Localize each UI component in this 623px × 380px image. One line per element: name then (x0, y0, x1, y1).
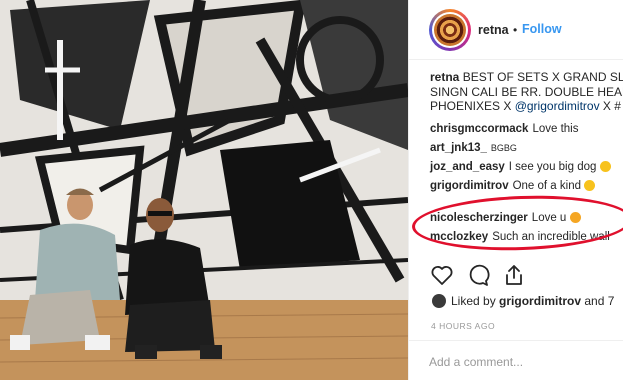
liked-by: Liked by grigordimitrov and 7 (432, 294, 614, 308)
comment-item-highlighted: nicolescherzinger Love u (430, 211, 623, 225)
caption: retna BEST OF SETS X GRAND SLAI (430, 70, 623, 85)
sunglasses-emoji-icon (599, 160, 611, 172)
post-timestamp[interactable]: 4 HOURS AGO (431, 321, 495, 331)
liked-prefix: Liked by (451, 294, 500, 308)
caption-line3: PHOENIXES X @grigordimitrov X # (430, 99, 623, 114)
liker-avatar-icon (432, 294, 446, 308)
comment-item: joz_and_easy I see you big dog (430, 160, 623, 174)
comment-item: art_jnk13_ BGBG (430, 141, 623, 155)
share-button[interactable] (502, 263, 526, 287)
follow-button[interactable]: Follow (522, 22, 562, 36)
avatar-icon (432, 12, 468, 48)
add-comment-input[interactable] (429, 351, 609, 373)
liked-user[interactable]: grigordimitrov (499, 294, 581, 308)
caption-line2: SINGN CALI BE RR. DOUBLE HEADE (430, 84, 623, 99)
caption-line3-end: X # (599, 99, 621, 113)
comment-icon (469, 264, 490, 286)
caption-username[interactable]: retna (430, 70, 459, 84)
comment-username[interactable]: chrisgmccormack (430, 123, 528, 135)
comment-item: grigordimitrov One of a kind (430, 179, 623, 193)
comment-text: BGBG (490, 142, 517, 153)
comment-username[interactable]: grigordimitrov (430, 180, 509, 192)
action-bar (430, 263, 620, 287)
raised-hands-emoji-icon (584, 179, 596, 191)
profile-avatar[interactable] (429, 9, 471, 51)
post-sidebar: retna • Follow retna BEST OF SETS X GRAN… (408, 0, 623, 380)
comment-username[interactable]: nicolescherzinger (430, 212, 528, 224)
post-header: retna • Follow (409, 0, 623, 60)
liked-suffix[interactable]: and 7 (581, 294, 614, 308)
separator-dot: • (513, 23, 518, 37)
caption-line1: BEST OF SETS X GRAND SLAI (462, 70, 623, 84)
comment-item: chrisgmccormack Love this (430, 122, 623, 136)
comment-text: Such an incredible wall (492, 230, 610, 243)
comment-text: I see you big dog (508, 160, 597, 173)
post-photo[interactable] (0, 0, 408, 380)
comment-username[interactable]: art_jnk13_ (430, 142, 487, 154)
comment-button[interactable] (466, 263, 490, 287)
comment-text: Love u (531, 211, 567, 224)
header-username[interactable]: retna (478, 23, 509, 37)
comment-username[interactable]: joz_and_easy (430, 161, 505, 173)
comment-item: mcclozkey Such an incredible wall (430, 230, 623, 244)
caption-mention[interactable]: @grigordimitrov (515, 99, 600, 113)
kiss-emoji-icon (569, 211, 581, 223)
comment-username[interactable]: mcclozkey (430, 231, 488, 243)
share-icon (506, 265, 522, 285)
mural-image (0, 0, 408, 380)
comment-text: Love this (532, 122, 579, 135)
comment-text: One of a kind (512, 179, 581, 192)
caption-line3-start: PHOENIXES X (430, 99, 515, 113)
heart-icon (431, 266, 453, 285)
comment-list: retna BEST OF SETS X GRAND SLAI SINGN CA… (430, 70, 623, 244)
add-comment-box (409, 340, 623, 380)
like-button[interactable] (430, 263, 454, 287)
